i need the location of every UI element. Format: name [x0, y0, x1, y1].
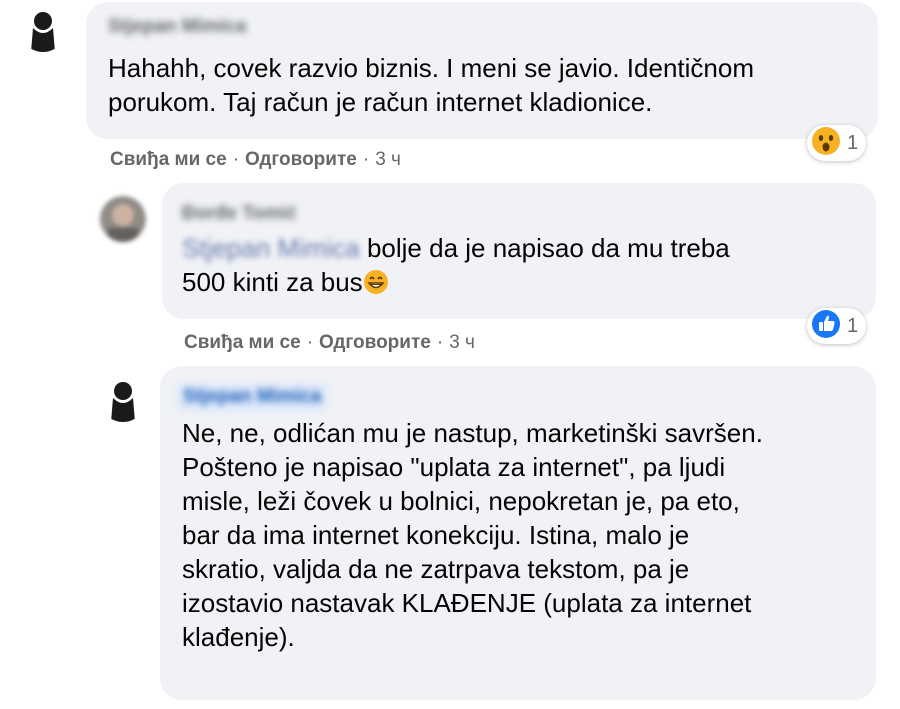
reply-author[interactable]: Đorđe Tomić	[182, 203, 297, 225]
reply-text: Ne, ne, odlićan mu je nastup, marketinšk…	[182, 418, 763, 652]
comment-author[interactable]: Stjepan Mimica	[108, 16, 246, 38]
timestamp[interactable]: 3 ч	[375, 149, 401, 170]
separator: ·	[232, 149, 240, 170]
reply-text: Stjepan Mimica bolje da je napisao da mu…	[182, 231, 730, 303]
avatar[interactable]	[100, 196, 146, 242]
reply-text-line2: 500 kinti za bus	[182, 267, 363, 297]
mention-tag[interactable]: Stjepan Mimica	[182, 233, 360, 263]
separator: ·	[306, 332, 314, 353]
separator: ·	[362, 149, 370, 170]
separator: ·	[436, 332, 444, 353]
comment-actions: Свиђа ми се · Одговорите · 3 ч	[110, 149, 401, 171]
reaction-count: 1	[847, 314, 859, 337]
comment-bubble: Stjepan Mimica Hahahh, covek razvio bizn…	[86, 2, 878, 139]
reaction-badge[interactable]: 1	[807, 125, 867, 161]
grinning-emoji-icon	[363, 269, 389, 303]
reply-text-line1: bolje da je napisao da mu treba	[359, 233, 730, 263]
like-link[interactable]: Свиђа ми се	[184, 332, 301, 353]
wow-emoji-icon	[811, 126, 841, 161]
reply-link[interactable]: Одговорите	[319, 332, 431, 353]
timestamp[interactable]: 3 ч	[449, 332, 475, 353]
reaction-count: 1	[847, 131, 859, 154]
like-link[interactable]: Свиђа ми се	[110, 149, 227, 170]
reply-author[interactable]: Stjepan Mimica	[178, 384, 327, 410]
reply-bubble: Đorđe Tomić Stjepan Mimica bolje da je n…	[162, 183, 876, 319]
reply-actions: Свиђа ми се · Одговорите · 3 ч	[184, 332, 475, 354]
comment-text: Hahahh, covek razvio biznis. I meni se j…	[108, 53, 754, 117]
avatar[interactable]	[100, 376, 146, 422]
reply-bubble: Stjepan Mimica Ne, ne, odlićan mu je nas…	[160, 366, 876, 700]
reply-link[interactable]: Одговорите	[245, 149, 357, 170]
like-icon	[811, 309, 841, 344]
reaction-badge[interactable]: 1	[807, 308, 867, 344]
avatar[interactable]	[20, 6, 66, 52]
